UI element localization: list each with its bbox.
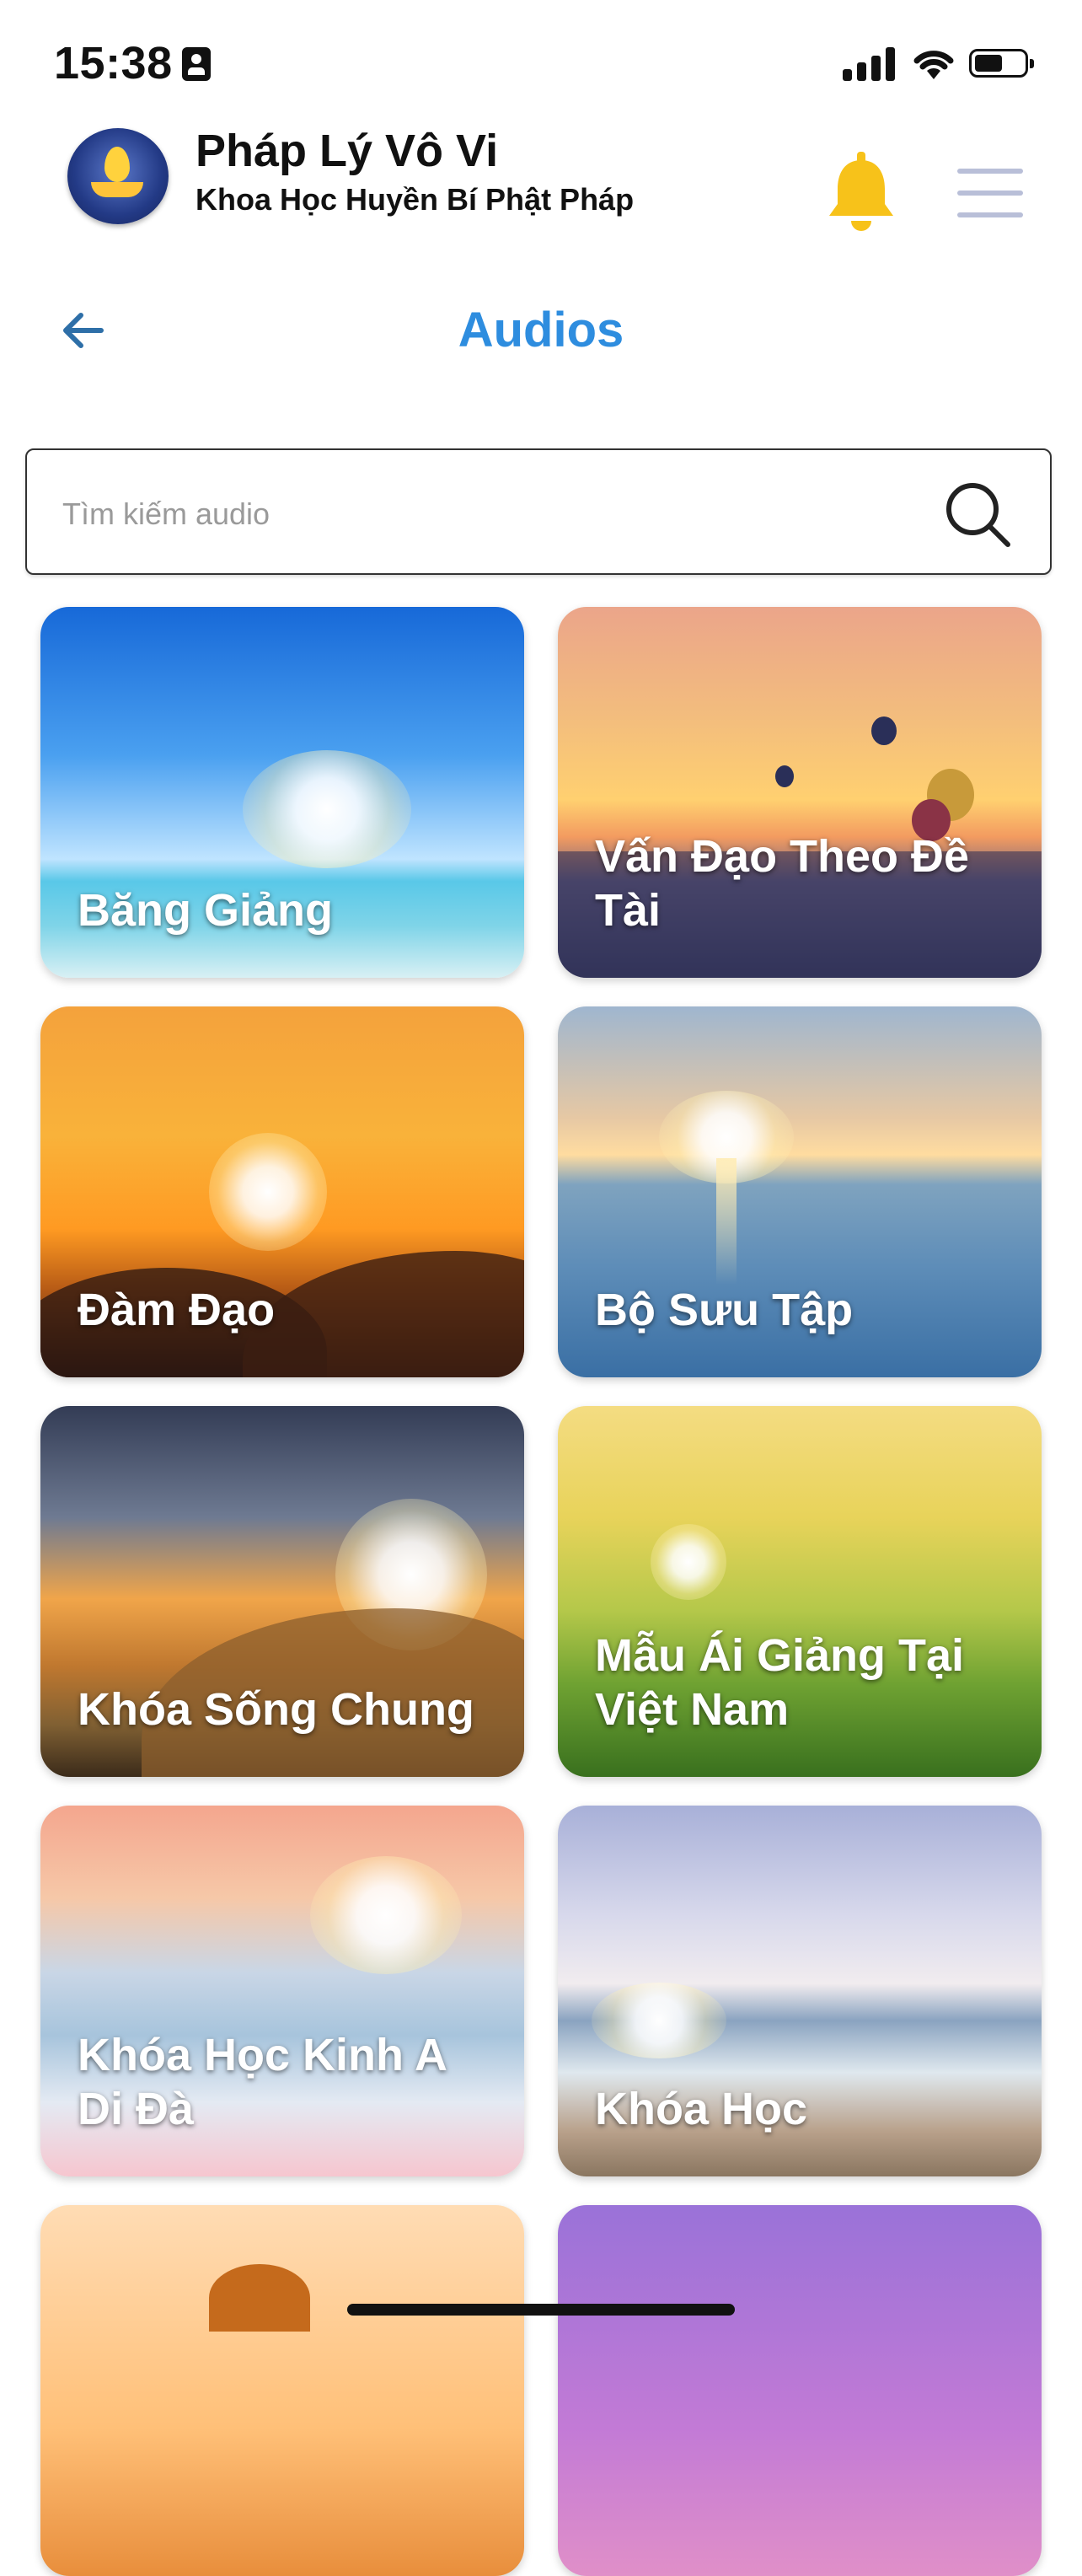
bell-icon[interactable]	[826, 152, 897, 236]
app-subtitle: Khoa Học Huyền Bí Phật Pháp	[196, 182, 635, 217]
search-icon[interactable]	[942, 479, 1015, 551]
category-card-bo-suu-tap[interactable]: Bộ Sưu Tập	[558, 1006, 1042, 1377]
battery-icon	[969, 49, 1034, 78]
category-card-mau-ai-giang-tai-viet-nam[interactable]: Mẫu Ái Giảng Tại Việt Nam	[558, 1406, 1042, 1777]
category-card-bang-giang[interactable]: Băng Giảng	[40, 607, 524, 978]
status-time: 15:38	[54, 38, 173, 89]
category-label: Băng Giảng	[78, 885, 334, 936]
category-label: Đàm Đạo	[78, 1285, 276, 1335]
status-bar: 15:38	[0, 0, 1082, 126]
category-card-khoa-hoc-kinh-a-di-da[interactable]: Khóa Học Kinh A Di Đà	[40, 1806, 524, 2176]
category-card-partial[interactable]	[558, 2205, 1042, 2576]
wifi-icon	[913, 51, 954, 79]
app-logo[interactable]	[67, 128, 169, 224]
category-card-khoa-song-chung[interactable]: Khóa Sống Chung	[40, 1406, 524, 1777]
category-label: Vấn Đạo Theo Đề Tài	[595, 831, 970, 936]
category-label: Khóa Học	[595, 2084, 808, 2134]
category-label: Bộ Sưu Tập	[595, 1285, 854, 1335]
category-card-dam-dao[interactable]: Đàm Đạo	[40, 1006, 524, 1377]
search-box[interactable]	[25, 448, 1052, 575]
category-card-khoa-hoc[interactable]: Khóa Học	[558, 1806, 1042, 2176]
id-card-icon	[182, 47, 211, 81]
menu-icon[interactable]	[957, 169, 1023, 217]
category-card-van-dao-theo-de-tai[interactable]: Vấn Đạo Theo Đề Tài	[558, 607, 1042, 978]
search-input[interactable]	[61, 484, 907, 545]
category-card-partial[interactable]	[40, 2205, 524, 2576]
app-title: Pháp Lý Vô Vi	[196, 126, 499, 176]
signal-icon	[843, 47, 897, 81]
category-label: Khóa Học Kinh A Di Đà	[78, 2030, 446, 2134]
category-label: Khóa Sống Chung	[78, 1684, 474, 1735]
home-indicator[interactable]	[347, 2304, 735, 2316]
page-title: Audios	[458, 303, 624, 357]
category-label: Mẫu Ái Giảng Tại Việt Nam	[595, 1630, 965, 1735]
